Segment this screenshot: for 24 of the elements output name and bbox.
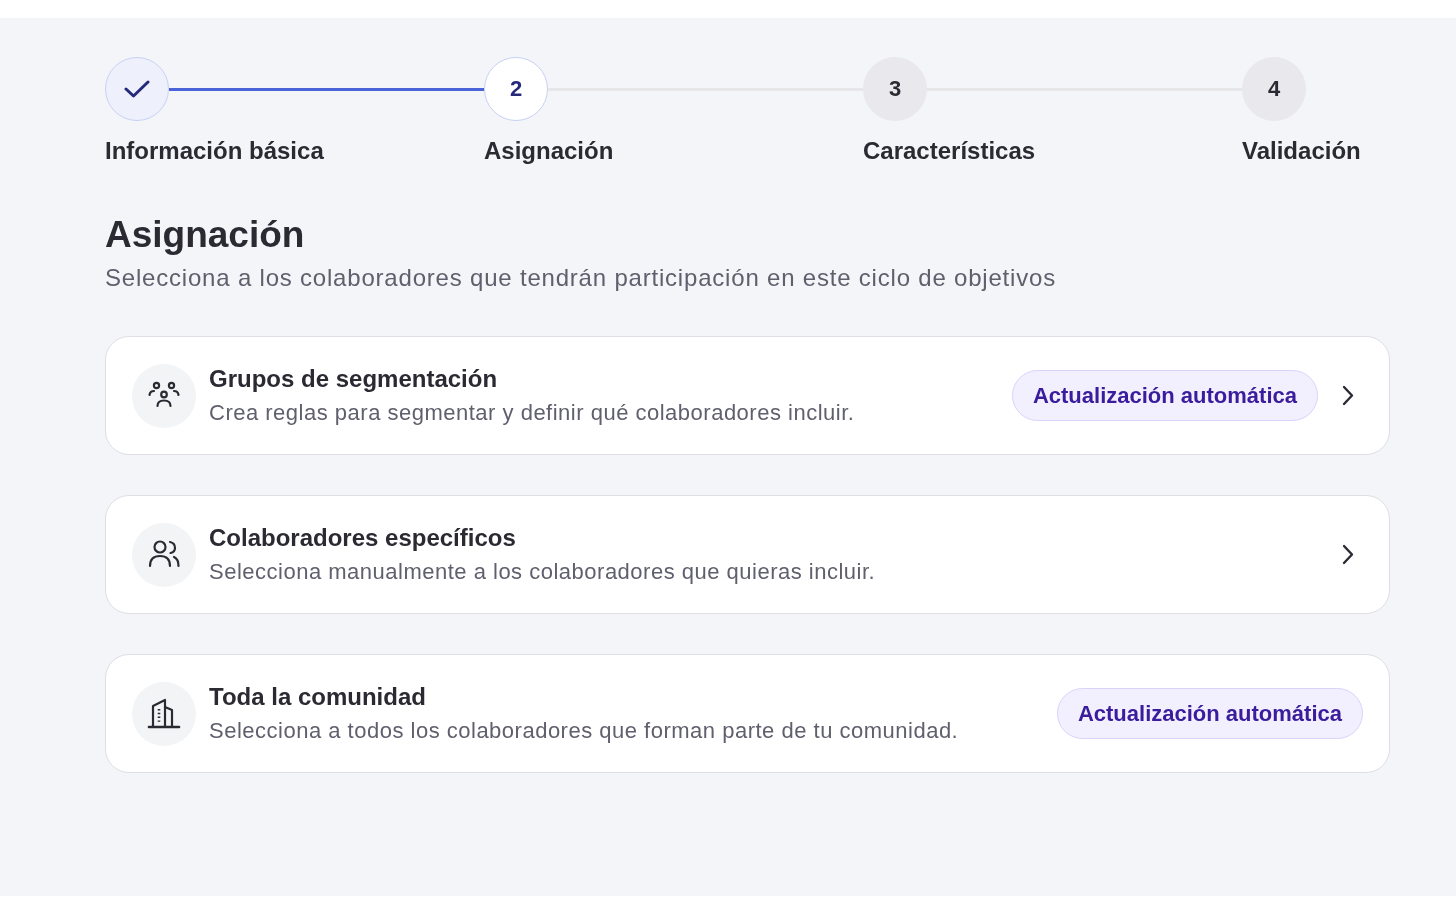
step-label: Asignación xyxy=(484,137,614,165)
step-indicator: 4 xyxy=(1242,57,1306,121)
step-label: Información básica xyxy=(105,137,324,165)
assignment-option-card[interactable]: Colaboradores específicos Selecciona manualmente a los colaboradores que quieras incluir. xyxy=(105,495,1390,614)
option-title: Colaboradores específicos xyxy=(209,523,517,553)
step-label: Validación xyxy=(1242,137,1361,165)
check-icon xyxy=(124,80,150,98)
group-icon xyxy=(132,363,196,428)
option-title: Grupos de segmentación xyxy=(209,364,499,394)
auto-update-badge: Actualización automática xyxy=(1056,688,1363,739)
option-description: Selecciona a todos los colaboradores que forman parte de tu comunidad. xyxy=(209,717,960,745)
assignment-option-card[interactable]: Toda la comunidad Selecciona a todos los colaboradores que forman parte de tu comunidad. Actualización automática xyxy=(105,654,1390,773)
step-indicator: 2 xyxy=(484,57,548,121)
section-subtitle: Selecciona a los colaboradores que tendrán participación en este ciclo de objetivos xyxy=(105,263,1057,293)
building-icon xyxy=(132,681,196,746)
option-title: Toda la comunidad xyxy=(209,682,427,712)
step-indicator: 3 xyxy=(863,57,927,121)
option-description: Selecciona manualmente a los colaboradores que quieras incluir. xyxy=(209,558,877,586)
users-icon xyxy=(132,522,196,587)
step-label: Características xyxy=(863,137,1036,165)
assignment-option-card[interactable]: Grupos de segmentación Crea reglas para segmentar y definir qué colaboradores incluir. Actualización automática xyxy=(105,336,1390,455)
auto-update-badge: Actualización automática xyxy=(1011,370,1318,421)
section-title: Asignación xyxy=(105,213,306,257)
option-description: Crea reglas para segmentar y definir qué colaboradores incluir. xyxy=(209,399,856,427)
